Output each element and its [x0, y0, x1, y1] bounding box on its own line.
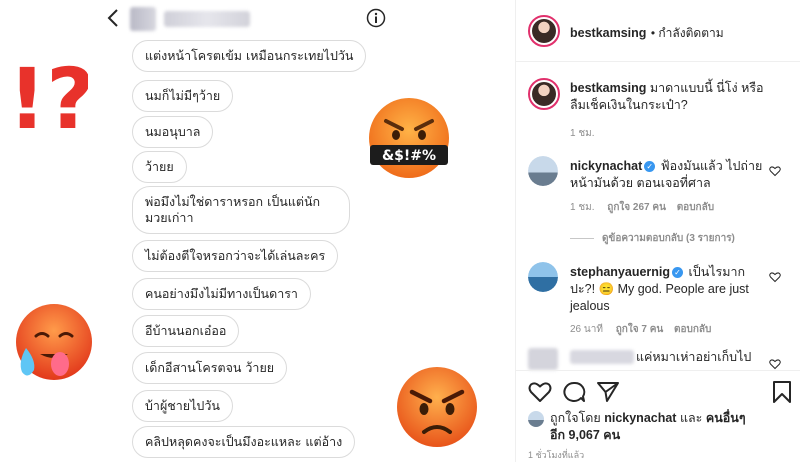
blurred-username — [570, 350, 634, 364]
blurred-username — [164, 11, 250, 27]
comment-like-icon[interactable] — [769, 358, 781, 370]
angry-face-icon — [397, 367, 477, 447]
comment-likes[interactable]: ถูกใจ 7 คน — [616, 324, 664, 335]
liked-by-and: และ — [679, 411, 703, 425]
author-username[interactable]: bestkamsing — [570, 26, 646, 40]
comment-time: 1 ชม. — [570, 202, 595, 213]
author-avatar[interactable] — [528, 15, 560, 47]
comment: stephanyauernig ✓ เป็นไรมากปะ?! 😑 My god.… — [570, 264, 765, 315]
bookmark-icon[interactable] — [772, 381, 792, 403]
chat-message: แต่งหน้าโครตเข้ม เหมือนกระเทยไปวัน — [132, 40, 367, 72]
chat-message: ไม่ต้องตีใจหรอกว่าจะได้เล่นละคร — [132, 240, 339, 272]
comment-meta: 26 นาที ถูกใจ 7 คน ตอบกลับ — [570, 322, 711, 337]
replies-divider — [570, 237, 594, 239]
chat-message: บ้าผู้ชายไปวัน — [132, 390, 233, 422]
swearing-face-icon: &$!#% — [369, 98, 449, 178]
info-icon[interactable] — [366, 8, 386, 28]
post-header: bestkamsing • กำลังติดตาม — [516, 0, 800, 62]
chat-message: ว้ายย — [132, 151, 187, 183]
reply-button[interactable]: ตอบกลับ — [677, 202, 714, 213]
view-replies[interactable]: ดูข้อความตอบกลับ (3 รายการ) — [570, 231, 735, 246]
caption-username[interactable]: bestkamsing — [570, 81, 646, 95]
verified-badge-icon: ✓ — [672, 267, 684, 279]
chat-message: นมก็ไม่มีๆว้าย — [132, 80, 234, 112]
chevron-left-icon[interactable] — [106, 8, 122, 28]
comment-time: 26 นาที — [570, 324, 603, 335]
reply-button[interactable]: ตอบกลับ — [674, 324, 711, 335]
exclaim-text: !? — [8, 50, 88, 140]
share-icon[interactable] — [596, 381, 620, 403]
censored-text: &$!#% — [382, 148, 436, 164]
post-actions: ถูกใจโดย nickynachat และ คนอื่นๆ อีก 9,0… — [516, 370, 800, 462]
chat-message: พ่อมึงไม่ใช่ดาราหรอก เป็นแต่นักมวยเก่าา — [132, 186, 350, 234]
liked-by-prefix: ถูกใจโดย — [550, 411, 601, 425]
liked-by: ถูกใจโดย nickynachat และ คนอื่นๆ อีก 9,0… — [550, 410, 750, 444]
comment-icon[interactable] — [562, 381, 586, 403]
liked-by-user[interactable]: nickynachat — [604, 411, 676, 425]
comment-text: แค่หมาเห่าอย่าเก็บไป — [636, 350, 752, 364]
heart-icon[interactable] — [528, 381, 552, 403]
liker-avatar[interactable] — [528, 411, 544, 427]
exclamation-question-icon: !? — [8, 50, 88, 140]
comment: nickynachat ✓ ฟ้องมันแล้ว ไปถ่ายหน้ามันด้… — [570, 158, 765, 192]
post-panel: bestkamsing • กำลังติดตาม bestkamsing มา… — [515, 0, 800, 462]
verified-badge-icon: ✓ — [644, 161, 656, 173]
comment-like-icon[interactable] — [769, 165, 781, 177]
blurred-avatar — [130, 7, 156, 31]
chat-message: อีบ้านนอกเอ๋ออ — [132, 315, 240, 347]
hot-face-icon — [16, 304, 92, 380]
dm-header — [100, 0, 400, 38]
posted-ago[interactable]: 1 ชั่วโมงที่แล้ว — [528, 448, 584, 462]
caption-time: 1 ชม. — [570, 128, 595, 139]
comment-username[interactable]: nickynachat — [570, 159, 642, 173]
blurred-avatar — [528, 348, 558, 370]
comment-likes[interactable]: ถูกใจ 267 คน — [607, 202, 666, 213]
follow-status[interactable]: • กำลังติดตาม — [651, 26, 724, 40]
comment-username[interactable]: stephanyauernig — [570, 265, 670, 279]
commenter-avatar[interactable] — [528, 262, 558, 292]
view-replies-label[interactable]: ดูข้อความตอบกลับ (3 รายการ) — [602, 233, 735, 244]
comment-like-icon[interactable] — [769, 271, 781, 283]
chat-message: เด็กอีสานโครตจน ว้ายย — [132, 352, 288, 384]
chat-message: นมอนุบาล — [132, 116, 214, 148]
commenter-avatar[interactable] — [528, 156, 558, 186]
chat-message: คลิปหลุดคงจะเป็นมึงอะแหละ แต่อ้าง — [132, 426, 356, 458]
comment-meta: 1 ชม. ถูกใจ 267 คน ตอบกลับ — [570, 200, 714, 215]
chat-message: คนอย่างมึงไม่มีทางเป็นดารา — [132, 278, 311, 310]
caption: bestkamsing มาดาแบบนี้ นี่โง่ หรือลืมเช็… — [570, 80, 775, 114]
chat-collage: แต่งหน้าโครตเข้ม เหมือนกระเทยไปวัน นมก็ไ… — [0, 0, 515, 462]
caption-avatar[interactable] — [528, 78, 560, 110]
